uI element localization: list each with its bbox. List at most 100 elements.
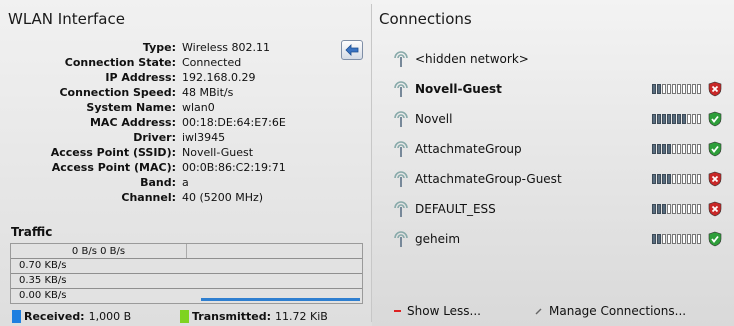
graph-divider bbox=[186, 244, 187, 258]
signal-bar bbox=[697, 234, 701, 244]
network-name: Novell-Guest bbox=[415, 82, 502, 96]
network-row[interactable]: AttachmateGroup bbox=[392, 138, 722, 160]
back-button[interactable] bbox=[341, 40, 363, 60]
signal-bar bbox=[667, 114, 671, 124]
signal-bar bbox=[657, 114, 661, 124]
network-row[interactable]: Novell bbox=[392, 108, 722, 130]
interface-info-list: Type: Wireless 802.11 Connection State: Co… bbox=[0, 40, 340, 205]
signal-bar bbox=[677, 204, 681, 214]
signal-strength-meter bbox=[652, 84, 702, 94]
network-name: AttachmateGroup-Guest bbox=[415, 172, 562, 186]
signal-strength-meter bbox=[652, 204, 702, 214]
manage-connections-button[interactable]: Manage Connections... bbox=[535, 304, 686, 318]
signal-bar bbox=[657, 144, 661, 154]
signal-bar bbox=[667, 204, 671, 214]
info-row: System Name: wlan0 bbox=[0, 100, 340, 115]
received-label: Received: bbox=[24, 310, 85, 323]
signal-bar bbox=[657, 84, 661, 94]
signal-bar bbox=[667, 174, 671, 184]
network-name: AttachmateGroup bbox=[415, 142, 522, 156]
graph-level-label: 0.70 KB/s bbox=[19, 260, 67, 271]
info-row: Connection Speed: 48 MBit/s bbox=[0, 85, 340, 100]
wifi-antenna-icon bbox=[394, 51, 408, 67]
signal-bar bbox=[672, 144, 676, 154]
insecure-shield-icon bbox=[708, 171, 722, 187]
info-key: IP Address: bbox=[105, 71, 176, 84]
wifi-antenna-icon bbox=[394, 141, 408, 157]
info-key: Driver: bbox=[133, 131, 176, 144]
graph-level-label: 0.00 KB/s bbox=[19, 290, 67, 301]
signal-bar bbox=[687, 174, 691, 184]
wrench-icon bbox=[535, 308, 542, 315]
show-less-button[interactable]: Show Less... bbox=[394, 304, 481, 318]
signal-bar bbox=[687, 204, 691, 214]
signal-bar bbox=[687, 234, 691, 244]
signal-bar bbox=[697, 114, 701, 124]
info-row: Connection State: Connected bbox=[0, 55, 340, 70]
signal-bar bbox=[672, 174, 676, 184]
graph-current-rate: 0 B/s 0 B/s bbox=[71, 246, 126, 257]
signal-bar bbox=[672, 84, 676, 94]
network-row[interactable]: Novell-Guest bbox=[392, 78, 722, 100]
info-key: System Name: bbox=[86, 101, 176, 114]
signal-bar bbox=[652, 204, 656, 214]
network-name: DEFAULT_ESS bbox=[415, 202, 496, 216]
signal-bar bbox=[652, 174, 656, 184]
signal-bar bbox=[657, 174, 661, 184]
signal-bar bbox=[692, 84, 696, 94]
signal-bar bbox=[687, 144, 691, 154]
signal-bar bbox=[662, 144, 666, 154]
network-row[interactable]: DEFAULT_ESS bbox=[392, 198, 722, 220]
received-swatch bbox=[12, 310, 21, 323]
signal-bar bbox=[662, 114, 666, 124]
signal-bar bbox=[697, 174, 701, 184]
secure-shield-icon bbox=[708, 141, 722, 157]
signal-bar bbox=[697, 204, 701, 214]
info-value: a bbox=[182, 176, 189, 189]
signal-bar bbox=[687, 114, 691, 124]
network-name: geheim bbox=[415, 232, 461, 246]
signal-bar bbox=[682, 204, 686, 214]
wifi-antenna-icon bbox=[394, 201, 408, 217]
info-row: Band: a bbox=[0, 175, 340, 190]
show-less-label: Show Less... bbox=[407, 304, 481, 318]
signal-bar bbox=[667, 144, 671, 154]
signal-bar bbox=[697, 84, 701, 94]
info-value: 192.168.0.29 bbox=[182, 71, 256, 84]
connections-title: Connections bbox=[379, 10, 472, 28]
network-row[interactable]: AttachmateGroup-Guest bbox=[392, 168, 722, 190]
graph-gridline bbox=[11, 273, 362, 274]
signal-bar bbox=[662, 174, 666, 184]
info-row: Access Point (MAC): 00:0B:86:C2:19:71 bbox=[0, 160, 340, 175]
signal-bar bbox=[652, 144, 656, 154]
wifi-antenna-icon bbox=[394, 171, 408, 187]
info-value: wlan0 bbox=[182, 101, 215, 114]
wifi-antenna-icon bbox=[394, 111, 408, 127]
signal-bar bbox=[652, 114, 656, 124]
signal-bar bbox=[677, 234, 681, 244]
info-value: Novell-Guest bbox=[182, 146, 254, 159]
signal-bar bbox=[672, 114, 676, 124]
signal-bar bbox=[657, 234, 661, 244]
signal-bar bbox=[682, 174, 686, 184]
signal-bar bbox=[692, 114, 696, 124]
graph-received-trace bbox=[201, 298, 360, 301]
info-value: 40 (5200 MHz) bbox=[182, 191, 264, 204]
signal-bar bbox=[672, 204, 676, 214]
info-value: Connected bbox=[182, 56, 242, 69]
info-value: 48 MBit/s bbox=[182, 86, 234, 99]
network-row[interactable]: geheim bbox=[392, 228, 722, 250]
back-arrow-icon bbox=[345, 44, 359, 56]
signal-bar bbox=[677, 114, 681, 124]
traffic-title: Traffic bbox=[11, 225, 53, 239]
insecure-shield-icon bbox=[708, 81, 722, 97]
transmitted-label: Transmitted: bbox=[192, 310, 272, 323]
transmitted-value: 11.72 KiB bbox=[275, 310, 328, 323]
minus-icon bbox=[394, 310, 401, 312]
wifi-antenna-icon bbox=[394, 81, 408, 97]
wifi-antenna-icon bbox=[394, 231, 408, 247]
signal-bar bbox=[682, 144, 686, 154]
info-row: Driver: iwl3945 bbox=[0, 130, 340, 145]
network-name: <hidden network> bbox=[415, 52, 529, 66]
network-row[interactable]: <hidden network> bbox=[392, 48, 722, 70]
